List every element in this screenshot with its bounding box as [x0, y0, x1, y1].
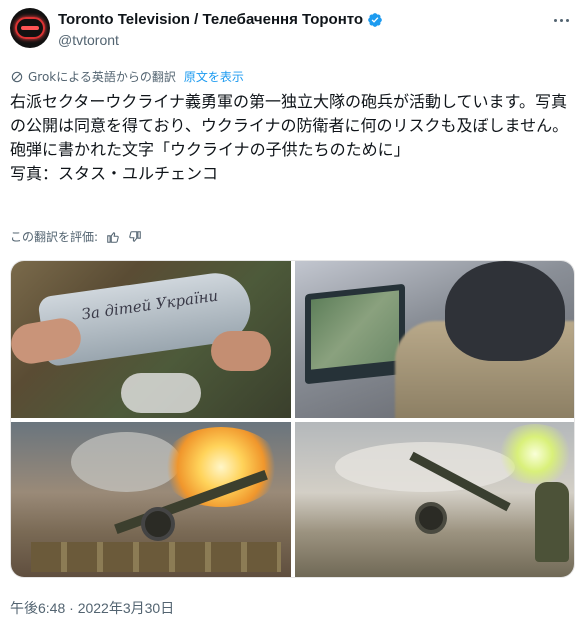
thumbs-up-icon[interactable] [106, 230, 120, 244]
plastic-bag [121, 373, 201, 413]
photo-howitzer-field[interactable] [295, 422, 574, 577]
rate-translation-label: この翻訳を評価: [10, 230, 99, 244]
tweet-text-line: 写真：スタス・ユルチェンコ [10, 164, 219, 183]
tweet-text-line: 砲弾に書かれた文字「ウクライナの子供たちのために」 [10, 140, 410, 159]
photo-shell-inscription[interactable]: За дітей України [11, 261, 291, 418]
show-original-link[interactable]: 原文を表示 [184, 68, 244, 85]
howitzer-wheel [415, 502, 447, 534]
tweet-timestamp[interactable]: 午後6:48 · 2022年3月30日 [10, 598, 174, 618]
media-grid: За дітей України [10, 260, 575, 578]
tweet-text-line: 右派セクターウクライナ義勇軍の第一独立大隊の砲兵が活動しています。写真の公開は同… [10, 92, 569, 135]
author-handle[interactable]: @tvtoront [58, 32, 119, 48]
thumbs-down-icon[interactable] [128, 230, 142, 244]
more-options-icon[interactable] [551, 12, 571, 28]
soldier [535, 482, 569, 562]
neon-sign-icon [15, 17, 45, 39]
rate-translation-row: この翻訳を評価: [10, 228, 142, 245]
ammo-crates [31, 542, 281, 572]
author-display-name[interactable]: Toronto Television / Телебачення Торонто [58, 11, 363, 28]
tweet-header: Toronto Television / Телебачення Торонто… [10, 8, 575, 52]
tweet-body: 右派セクターウクライナ義勇軍の第一独立大隊の砲兵が活動しています。写真の公開は同… [10, 90, 578, 186]
verified-badge-icon [368, 12, 382, 27]
photo-soldier-laptop[interactable] [295, 261, 574, 418]
map-screen [311, 290, 399, 370]
helmet [445, 261, 565, 361]
hand [211, 331, 271, 371]
author-name-row: Toronto Television / Телебачення Торонто [58, 11, 383, 28]
avatar[interactable] [10, 8, 50, 48]
translation-note: Grokによる英語からの翻訳 [28, 70, 176, 84]
photo-howitzer-firing[interactable] [11, 422, 291, 577]
translation-note-row: Grokによる英語からの翻訳 原文を表示 [10, 68, 244, 85]
grok-icon [11, 71, 23, 82]
howitzer-wheel [141, 507, 175, 541]
muzzle-blast [495, 424, 574, 484]
